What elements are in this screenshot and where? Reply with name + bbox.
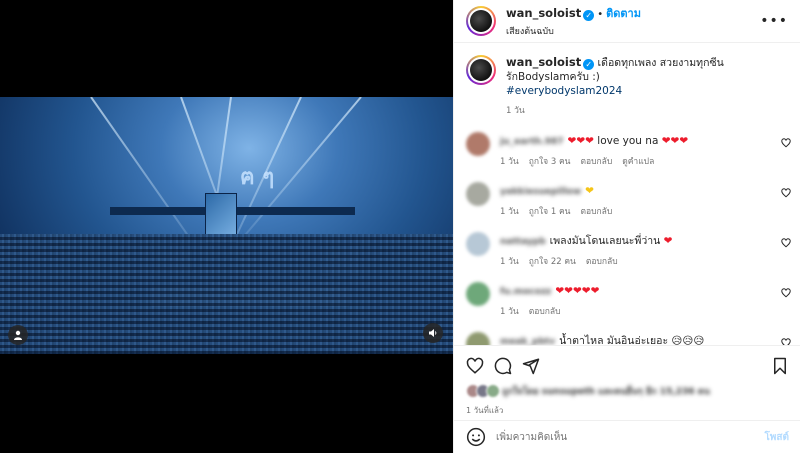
stage-logo: ฅ ๆ: [240, 164, 275, 190]
share-icon[interactable]: [522, 357, 540, 375]
comment-username[interactable]: fu.mocozz: [500, 285, 551, 299]
reply-button[interactable]: ตอบกลับ: [580, 207, 612, 217]
audio-label[interactable]: เสียงต้นฉบับ: [506, 24, 760, 38]
mute-button[interactable]: [423, 323, 443, 343]
comment-time: 1 วัน: [500, 207, 519, 217]
comment-item: yakkiesuepillow ❤ 1 วัน ถูกใจ 1 คน ตอบกลับ: [454, 182, 800, 219]
verified-badge-icon: ✓: [583, 59, 595, 70]
bookmark-icon[interactable]: [771, 357, 789, 375]
comments-list[interactable]: wan_soloist ✓ เดือดทุกเพลง สวยงามทุกซีน ร…: [454, 43, 800, 345]
comment-item: ju_earth.987 ❤❤❤ love you na ❤❤❤ 1 วัน ถูกใ…: [454, 132, 800, 169]
comment-text: ❤: [585, 185, 594, 197]
likes-summary[interactable]: ถูกใจโดย sunsupeth และคนอื่นๆ อีก 15,236…: [466, 384, 789, 398]
likes-text: ถูกใจโดย sunsupeth และคนอื่นๆ อีก 15,236…: [502, 387, 710, 397]
comment-likes[interactable]: ถูกใจ 22 คน: [529, 257, 576, 267]
post-comment-button[interactable]: โพสต์: [764, 430, 789, 445]
follow-button[interactable]: ติดตาม: [606, 7, 641, 20]
comment-item: fu.mocozz ❤❤❤❤❤ 1 วัน ตอบกลับ: [454, 282, 800, 319]
caption-username[interactable]: wan_soloist: [506, 55, 581, 69]
comment-like-icon[interactable]: [781, 288, 791, 298]
comment-username[interactable]: yakkiesuepillow: [500, 185, 581, 199]
comment-input[interactable]: เพิ่มความคิดเห็น: [496, 430, 764, 445]
comment-avatar[interactable]: [466, 132, 490, 156]
more-options-icon[interactable]: •••: [760, 13, 788, 29]
avatar[interactable]: [466, 6, 496, 36]
emoji-icon[interactable]: [466, 427, 486, 447]
post-dialog: ฅ ๆ wan_soloist✓•ติดตาม เสียงต้นฉบับ: [0, 0, 800, 453]
reply-button[interactable]: ตอบกลับ: [586, 257, 618, 267]
comment-composer: เพิ่มความคิดเห็น โพสต์: [454, 420, 800, 453]
comment-username[interactable]: meak_pbtv: [500, 335, 555, 345]
comment-time: 1 วัน: [500, 257, 519, 267]
concert-video[interactable]: ฅ ๆ: [0, 97, 453, 354]
comment-like-icon[interactable]: [781, 338, 791, 345]
comment-likes[interactable]: ถูกใจ 3 คน: [529, 157, 571, 167]
comment-icon[interactable]: [494, 357, 512, 375]
tagged-users-button[interactable]: [8, 325, 28, 345]
comment-like-icon[interactable]: [781, 238, 791, 248]
reply-button[interactable]: ตอบกลับ: [529, 307, 561, 317]
verified-badge-icon: ✓: [583, 10, 595, 21]
comment-text: น้ำตาไหล มันอินอ่ะเยอะ 😥😥😥: [559, 335, 705, 345]
comment-username[interactable]: nattaypb: [500, 235, 546, 249]
caption: wan_soloist ✓ เดือดทุกเพลง สวยงามทุกซีน ร…: [454, 43, 800, 118]
posted-ago: 1 วันที่แล้ว: [466, 406, 504, 415]
comment-text: เพลงมันโดนเลยนะพี่ว่าน ❤: [549, 235, 673, 247]
comment-time: 1 วัน: [500, 157, 519, 167]
comment-text: ❤❤❤❤❤: [555, 285, 600, 297]
comment-avatar[interactable]: [466, 182, 490, 206]
comment-avatar[interactable]: [466, 232, 490, 256]
caption-time: 1 วัน: [506, 106, 525, 116]
comment-username[interactable]: ju_earth.987: [500, 135, 564, 149]
comment-item: meak_pbtvน้ำตาไหล มันอินอ่ะเยอะ 😥😥😥1 วัน…: [454, 332, 800, 345]
speaker-icon: [429, 329, 437, 337]
reply-button[interactable]: ตอบกลับ: [580, 157, 612, 167]
post-actions: ถูกใจโดย sunsupeth และคนอื่นๆ อีก 15,236…: [454, 345, 800, 417]
comment-like-icon[interactable]: [781, 138, 791, 148]
user-icon: [14, 330, 22, 340]
post-sidebar: wan_soloist ✓ • ติดตาม เสียงต้นฉบับ ••• wan…: [453, 0, 800, 453]
caption-hashtag[interactable]: #everybodyslam2024: [506, 85, 622, 97]
comment-time: 1 วัน: [500, 307, 519, 317]
comment-like-icon[interactable]: [781, 188, 791, 198]
comment-avatar[interactable]: [466, 332, 490, 345]
translate-button[interactable]: ดูคำแปล: [622, 157, 654, 167]
caption-avatar[interactable]: [466, 55, 496, 85]
media-panel: ฅ ๆ: [0, 0, 453, 453]
heart-icon[interactable]: [466, 357, 484, 375]
liker-avatars: [466, 384, 502, 398]
post-header: wan_soloist ✓ • ติดตาม เสียงต้นฉบับ •••: [454, 0, 800, 43]
comment-text: ❤❤❤ love you na ❤❤❤: [567, 135, 689, 147]
comment-avatar[interactable]: [466, 282, 490, 306]
comment-likes[interactable]: ถูกใจ 1 คน: [529, 207, 571, 217]
comment-item: nattaypb เพลงมันโดนเลยนะพี่ว่าน ❤ 1 วัน ถูก…: [454, 232, 800, 269]
author-username[interactable]: wan_soloist: [506, 6, 581, 20]
